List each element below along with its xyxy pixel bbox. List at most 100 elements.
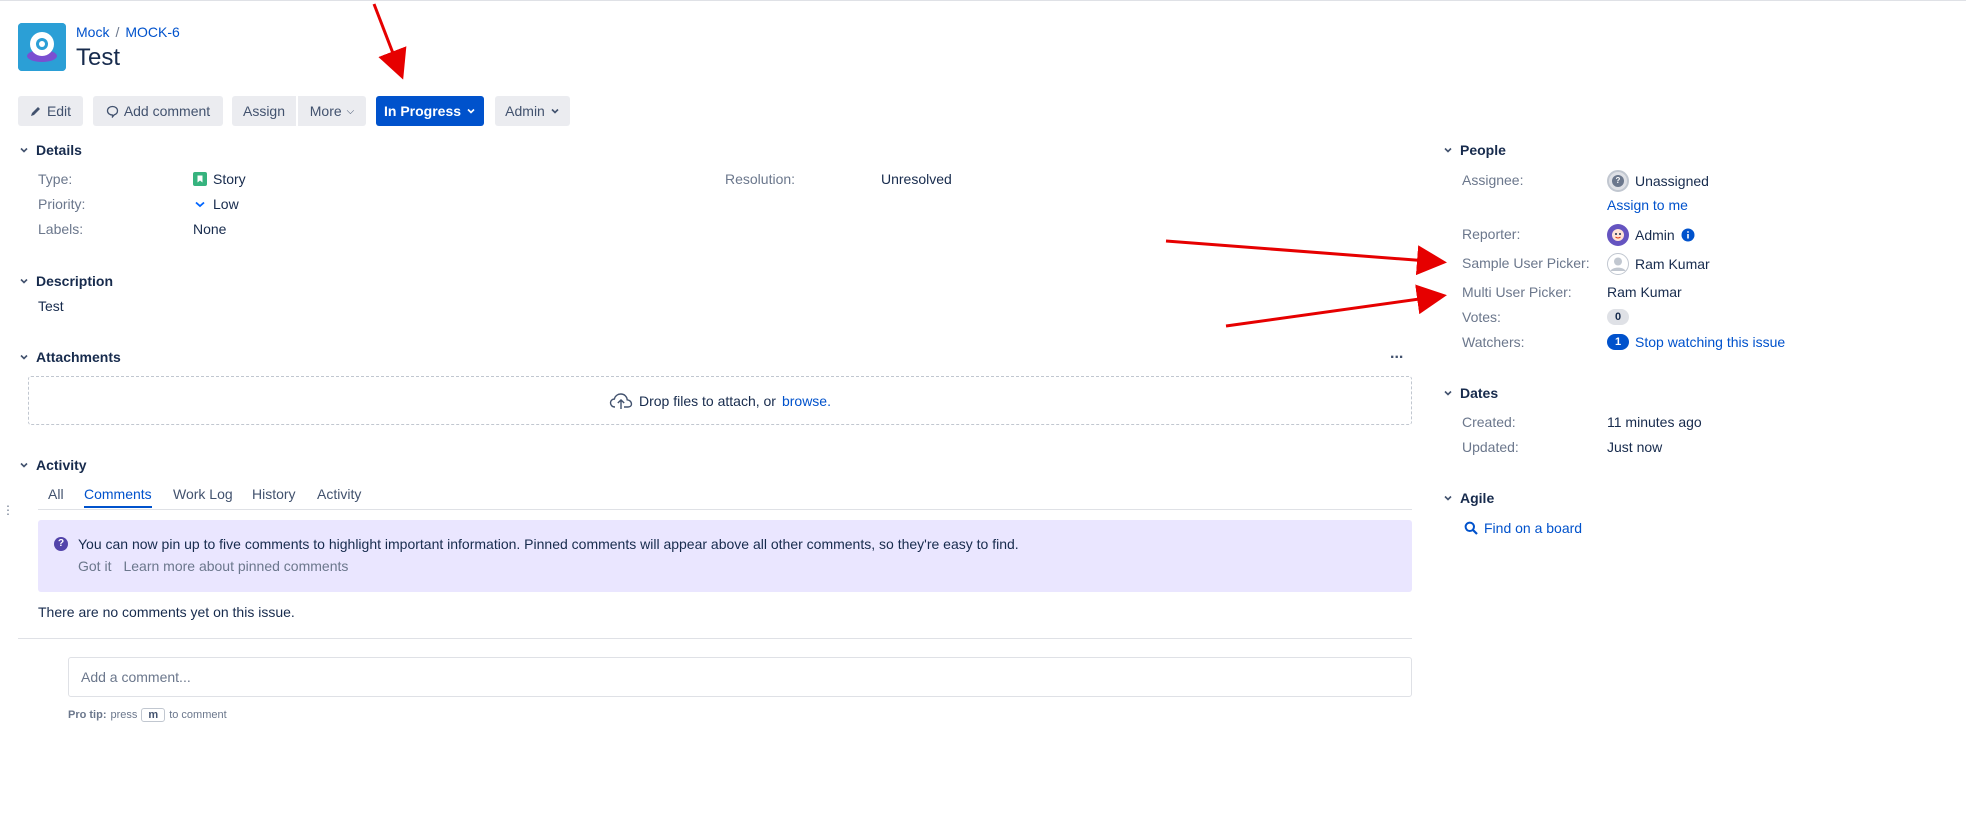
assignee-label: Assignee:	[1462, 172, 1524, 188]
agile-section-toggle[interactable]: Agile	[1442, 490, 1494, 506]
protip-key: m	[141, 708, 166, 722]
breadcrumb-issue-key-link[interactable]: MOCK-6	[125, 24, 179, 40]
annotation-arrow-sample-picker	[1165, 239, 1447, 276]
issue-title: Test	[76, 44, 121, 71]
created-value: 11 minutes ago	[1607, 414, 1702, 430]
tab-activity[interactable]: Activity	[317, 486, 361, 502]
chevron-down-icon	[1444, 495, 1452, 501]
pencil-icon	[30, 107, 40, 116]
pin-banner-message: You can now pin up to five comments to h…	[78, 536, 1019, 552]
project-avatar-icon	[18, 23, 66, 71]
annotation-arrow-multi-picker	[1225, 284, 1447, 328]
resolution-value: Unresolved	[881, 171, 952, 187]
tab-history[interactable]: History	[252, 486, 296, 502]
no-comments-text: There are no comments yet on this issue.	[38, 604, 295, 620]
protip-label: Pro tip:	[68, 709, 107, 721]
activity-tabs: All Comments Work Log History Activity	[38, 484, 1412, 510]
pinned-comments-banner: ? You can now pin up to five comments to…	[38, 520, 1412, 592]
votes-count-badge: 0	[1607, 309, 1629, 325]
unassigned-avatar-icon: ?	[1607, 170, 1629, 192]
breadcrumb-project-link[interactable]: Mock	[76, 24, 109, 40]
dropzone-text: Drop files to attach, or	[639, 392, 776, 409]
breadcrumb-separator: /	[115, 24, 120, 40]
status-button[interactable]: In Progress	[376, 96, 484, 126]
created-label: Created:	[1462, 414, 1516, 430]
sample-user-picker-label: Sample User Picker:	[1462, 255, 1590, 271]
watchers-count-badge[interactable]: 1	[1607, 334, 1629, 350]
assign-button[interactable]: Assign	[232, 96, 296, 126]
labels-value: None	[193, 221, 227, 237]
description-text[interactable]: Test	[38, 298, 64, 314]
status-button-label: In Progress	[383, 103, 462, 119]
assign-to-me-link[interactable]: Assign to me	[1607, 197, 1688, 213]
priority-value: Low	[193, 196, 239, 212]
description-section-toggle[interactable]: Description	[18, 273, 113, 289]
browse-link[interactable]: browse.	[782, 393, 831, 409]
add-comment-input[interactable]: Add a comment...	[68, 657, 1412, 697]
search-icon	[1464, 521, 1478, 535]
protip-suffix: to comment	[169, 709, 227, 721]
votes-label: Votes:	[1462, 309, 1501, 325]
priority-value-text: Low	[213, 196, 239, 212]
details-section-toggle[interactable]: Details	[18, 142, 82, 158]
tab-comments[interactable]: Comments	[84, 486, 152, 508]
assignee-value: ? Unassigned	[1607, 170, 1709, 192]
tab-all[interactable]: All	[48, 486, 64, 502]
activity-section-toggle[interactable]: Activity	[18, 457, 87, 473]
chevron-down-icon	[20, 462, 28, 468]
edit-button-label: Edit	[46, 103, 72, 119]
details-heading: Details	[36, 142, 82, 158]
admin-button-label: Admin	[505, 103, 545, 119]
learn-more-pinned-link[interactable]: Learn more about pinned comments	[123, 558, 348, 574]
sample-user-picker-value[interactable]: Ram Kumar	[1607, 253, 1710, 275]
user-avatar-icon	[1607, 253, 1629, 275]
attachments-section-toggle[interactable]: Attachments	[18, 349, 121, 365]
watchers-label: Watchers:	[1462, 334, 1525, 350]
votes-value[interactable]: 0	[1607, 309, 1629, 325]
add-comment-button-label: Add comment	[123, 103, 211, 119]
more-button-label: More	[309, 103, 342, 119]
reporter-value[interactable]: Admin	[1607, 224, 1695, 246]
chevron-down-icon: ⌵	[346, 105, 355, 117]
tab-work-log[interactable]: Work Log	[173, 486, 233, 502]
admin-avatar-icon	[1607, 224, 1629, 246]
updated-value: Just now	[1607, 439, 1663, 455]
dates-heading: Dates	[1460, 385, 1499, 401]
multi-user-picker-value[interactable]: Ram Kumar	[1607, 284, 1682, 300]
got-it-link[interactable]: Got it	[78, 558, 111, 574]
people-section-toggle[interactable]: People	[1442, 142, 1506, 158]
priority-label: Priority:	[38, 196, 86, 212]
project-avatar[interactable]	[18, 23, 66, 71]
pin-banner-actions: Got it Learn more about pinned comments	[78, 558, 348, 574]
admin-button[interactable]: Admin	[495, 96, 570, 126]
chevron-down-icon	[1444, 147, 1452, 153]
edit-button[interactable]: Edit	[18, 96, 83, 126]
chevron-down-icon	[1444, 390, 1452, 396]
chevron-down-icon	[20, 354, 28, 360]
protip-press: press	[110, 709, 138, 721]
sample-user-picker-value-text: Ram Kumar	[1635, 256, 1710, 272]
chevron-down-icon	[20, 147, 28, 153]
reporter-value-text: Admin	[1635, 227, 1675, 243]
resolution-label: Resolution:	[725, 171, 796, 187]
info-icon[interactable]	[1681, 228, 1695, 242]
type-value-text: Story	[213, 171, 246, 187]
dates-section-toggle[interactable]: Dates	[1442, 385, 1498, 401]
priority-low-icon	[195, 201, 205, 208]
stop-watching-link[interactable]: Stop watching this issue	[1635, 334, 1785, 350]
attachments-more-icon[interactable]: ...	[1390, 345, 1403, 363]
attachment-dropzone[interactable]: Drop files to attach, or browse.	[28, 376, 1412, 425]
more-button[interactable]: More ⌵	[298, 96, 366, 126]
find-on-board-link[interactable]: Find on a board	[1464, 520, 1582, 536]
comments-divider	[18, 638, 1412, 639]
description-heading: Description	[36, 273, 114, 289]
drag-handle-icon[interactable]: ⋮	[2, 504, 14, 516]
pro-tip: Pro tip: press m to comment	[68, 708, 227, 722]
question-icon: ?	[54, 537, 68, 551]
chevron-down-icon	[551, 108, 559, 114]
annotation-arrow-status	[372, 3, 407, 80]
labels-label: Labels:	[38, 221, 84, 237]
story-icon	[193, 172, 207, 186]
chevron-down-icon	[467, 108, 475, 114]
add-comment-button[interactable]: Add comment	[93, 96, 223, 126]
